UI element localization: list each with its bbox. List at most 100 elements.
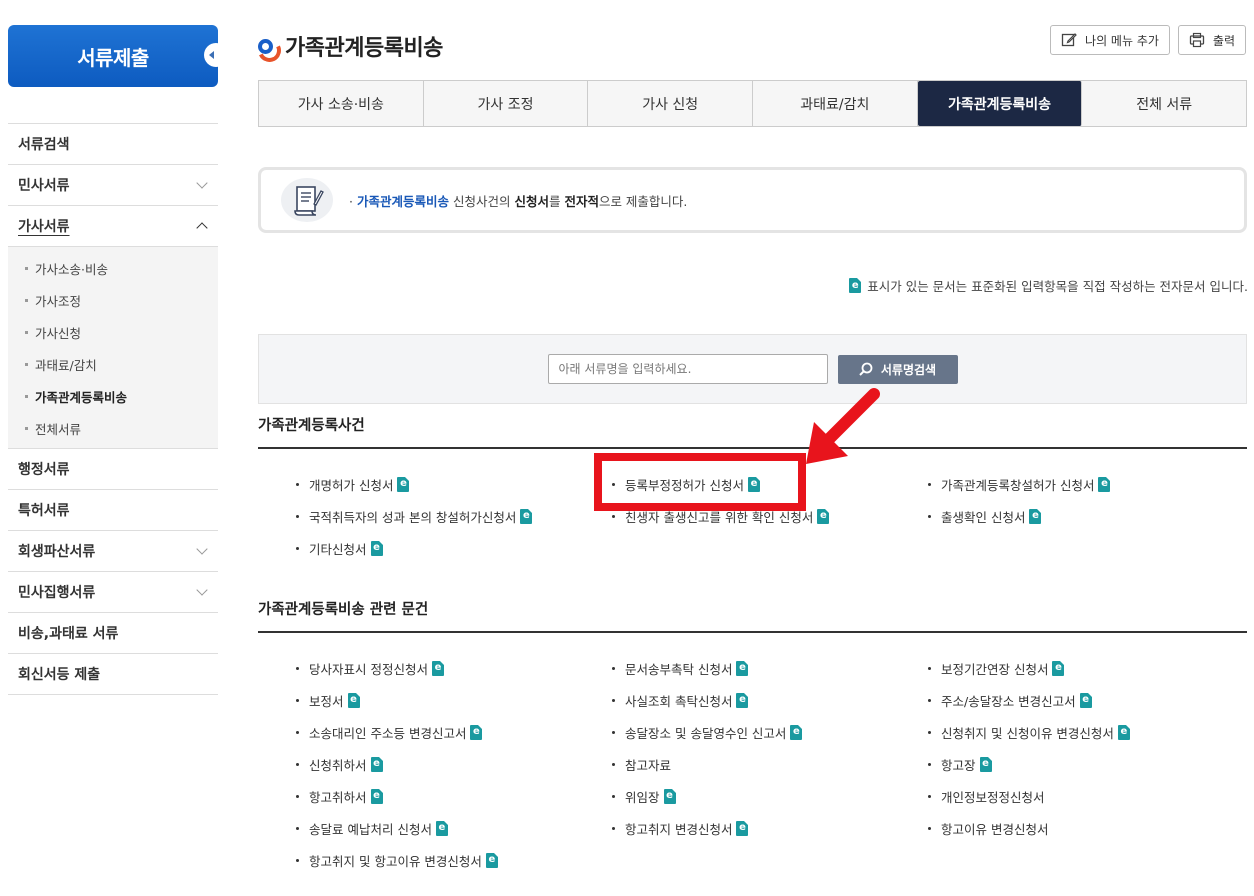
e-document-icon: e (663, 788, 676, 804)
bullet-icon (612, 666, 615, 670)
tab-family-litigation[interactable]: 가사 소송·비송 (259, 81, 424, 126)
document-link[interactable]: 참고자료 (612, 753, 928, 775)
search-button-label: 서류명검색 (880, 362, 937, 377)
submenu-item-family-mediation[interactable]: 가사조정 (8, 284, 218, 316)
document-name: 항고취하서 (309, 789, 367, 805)
tab-family-application[interactable]: 가사 신청 (588, 81, 754, 126)
collapse-sidebar-icon[interactable] (204, 43, 228, 67)
sidebar-item-document-search[interactable]: 서류검색 (8, 124, 218, 165)
highlight-box (594, 453, 806, 511)
document-name: 가족관계등록창설허가 신청서 (941, 477, 1095, 493)
bullet-icon (296, 546, 299, 550)
document-link[interactable]: 신청취지 및 신청이유 변경신청서 e (928, 721, 1244, 743)
document-list: 당사자표시 정정신청서 e 문서송부촉탁 신청서 e 보정기간연장 신청서 e 보정서 e 사실… (258, 657, 1247, 871)
document-link[interactable]: 항고취지 변경신청서 e (612, 817, 928, 839)
info-text-category: 가족관계등록비송 (356, 193, 449, 209)
header-actions: 나의 메뉴 추가 출력 (1050, 25, 1246, 55)
edit-icon (1061, 33, 1077, 47)
bullet-icon (296, 858, 299, 862)
sidebar-item-reply-submission[interactable]: 회신서등 제출 (8, 654, 218, 695)
sidebar: 서류제출 서류검색 민사서류 가사서류 가사소송·비송 가사조정 가사신청 과태… (8, 25, 228, 695)
document-link[interactable]: 주소/송달장소 변경신고서 e (928, 689, 1244, 711)
e-document-icon: e (736, 692, 749, 708)
info-bullet: · (349, 193, 353, 209)
document-link[interactable]: 위임장 e (612, 785, 928, 807)
document-link[interactable]: 보정기간연장 신청서 e (928, 657, 1244, 679)
e-document-icon: e (736, 820, 749, 836)
submenu-item-label: 전체서류 (35, 421, 82, 437)
document-link[interactable]: 항고취하서 e (296, 785, 612, 807)
document-link[interactable]: 항고이유 변경신청서 (928, 817, 1244, 839)
e-document-icon: e (817, 508, 830, 524)
sidebar-item-civil[interactable]: 민사서류 (8, 165, 218, 206)
e-document-icon: e (520, 508, 533, 524)
document-name: 항고장 (941, 757, 976, 773)
document-link[interactable]: 당사자표시 정정신청서 e (296, 657, 612, 679)
document-link[interactable]: 항고장 e (928, 753, 1244, 775)
sidebar-item-family[interactable]: 가사서류 (8, 206, 218, 247)
bullet-icon (612, 730, 615, 734)
sidebar-title-label: 서류제출 (77, 45, 149, 70)
tab-fines[interactable]: 과태료/감치 (753, 81, 918, 126)
document-link[interactable]: 출생확인 신청서 e (928, 505, 1244, 527)
add-my-menu-button[interactable]: 나의 메뉴 추가 (1050, 25, 1170, 55)
document-link[interactable]: 개명허가 신청서 e (296, 473, 612, 495)
section-related-documents: 가족관계등록비송 관련 문건 당사자표시 정정신청서 e 문서송부촉탁 신청서 e 보정… (258, 598, 1247, 871)
submenu-item-all-documents[interactable]: 전체서류 (8, 412, 218, 444)
document-link[interactable]: 소송대리인 주소등 변경신고서 e (296, 721, 612, 743)
document-link[interactable]: 신청취하서 e (296, 753, 612, 775)
document-name: 보정기간연장 신청서 (941, 661, 1049, 677)
document-link[interactable]: 개인정보정정신청서 (928, 785, 1244, 807)
submenu-item-family-registration[interactable]: 가족관계등록비송 (8, 380, 218, 412)
document-link[interactable]: 송달장소 및 송달영수인 신고서 e (612, 721, 928, 743)
bullet-icon (928, 482, 931, 486)
document-name: 사실조회 촉탁신청서 (625, 693, 733, 709)
bullet-icon (612, 794, 615, 798)
info-text: 으로 제출합니다. (598, 193, 688, 209)
document-name: 송달장소 및 송달영수인 신고서 (625, 725, 787, 741)
sidebar-item-civil-execution[interactable]: 민사집행서류 (8, 572, 218, 613)
tab-family-mediation[interactable]: 가사 조정 (424, 81, 589, 126)
document-link[interactable]: 국적취득자의 성과 본의 창설허가신청서 e (296, 505, 612, 527)
sidebar-item-patent[interactable]: 특허서류 (8, 490, 218, 531)
tab-family-registration[interactable]: 가족관계등록비송 (917, 81, 1083, 126)
document-link[interactable]: 기타신청서 e (296, 537, 612, 559)
info-text-electronic: 전자적 (564, 193, 599, 209)
print-button[interactable]: 출력 (1177, 25, 1246, 55)
sidebar-title[interactable]: 서류제출 (8, 25, 228, 87)
tab-all-documents[interactable]: 전체 서류 (1082, 81, 1246, 126)
submenu-item-label: 과태료/감치 (35, 357, 97, 373)
document-name: 보정서 (309, 693, 344, 709)
document-name: 당사자표시 정정신청서 (309, 661, 428, 677)
sidebar-item-label: 특허서류 (18, 503, 70, 519)
submenu-item-fines[interactable]: 과태료/감치 (8, 348, 218, 380)
e-document-icon: e (370, 756, 383, 772)
document-link[interactable]: 가족관계등록창설허가 신청서 e (928, 473, 1244, 495)
bullet-icon (296, 698, 299, 702)
section-title: 가족관계등록비송 관련 문건 (258, 598, 1247, 633)
document-link[interactable]: 문서송부촉탁 신청서 e (612, 657, 928, 679)
submenu-item-family-application[interactable]: 가사신청 (8, 316, 218, 348)
e-document-icon: e (397, 476, 410, 492)
e-document-icon: e (1117, 724, 1130, 740)
document-name: 국적취득자의 성과 본의 창설허가신청서 (309, 509, 517, 525)
document-link[interactable]: 항고취지 및 항고이유 변경신청서 e (296, 849, 612, 871)
e-document-icon: e (1079, 692, 1092, 708)
submenu-item-label: 가사소송·비송 (35, 261, 108, 277)
document-link[interactable]: 송달료 예납처리 신청서 e (296, 817, 612, 839)
bullet-icon (296, 794, 299, 798)
sidebar-item-bankruptcy[interactable]: 회생파산서류 (8, 531, 218, 572)
e-document-icon: e (849, 278, 862, 293)
sidebar-item-administrative[interactable]: 행정서류 (8, 449, 218, 490)
e-document-icon: e (1029, 508, 1042, 524)
document-search-input[interactable] (547, 354, 828, 384)
submenu-item-family-litigation[interactable]: 가사소송·비송 (8, 252, 218, 284)
document-link[interactable]: 사실조회 촉탁신청서 e (612, 689, 928, 711)
document-link[interactable]: 보정서 e (296, 689, 612, 711)
submenu-item-label: 가사신청 (35, 325, 82, 341)
bullet-icon (928, 666, 931, 670)
submenu-item-label: 가사조정 (35, 293, 82, 309)
sidebar-item-label: 비송,과태료 서류 (18, 626, 119, 642)
sidebar-item-non-litigation-fines[interactable]: 비송,과태료 서류 (8, 613, 218, 654)
chevron-down-icon (196, 543, 208, 555)
